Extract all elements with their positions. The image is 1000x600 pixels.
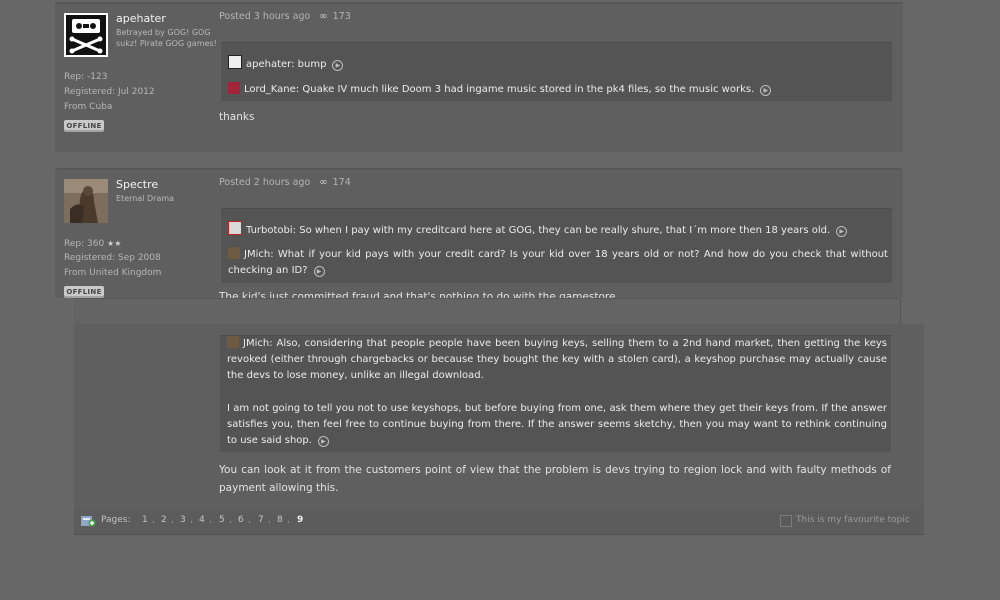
jump-to-quote-icon[interactable]: ▶ (317, 436, 329, 447)
user-location: From Cuba (64, 102, 113, 112)
user-title: Betrayed by GOG! GOG sukz! Pirate GOG ga… (116, 28, 217, 48)
page-separator: , (229, 515, 232, 525)
quote-text: So when I pay with my creditcard here at… (299, 225, 831, 236)
page-link-2[interactable]: 2 (161, 515, 167, 525)
quote-box: JMich: Also, considering that people peo… (220, 335, 891, 452)
page-separator: , (248, 515, 251, 525)
posted-time: Posted 3 hours ago (219, 11, 311, 22)
quote-author[interactable]: apehater (246, 59, 291, 70)
rep-stars: ★★ (107, 239, 122, 248)
user-location: From United Kingdom (64, 268, 162, 278)
post-body: You can look at it from the customers po… (219, 464, 891, 494)
quote-line: JMich: What if your kid pays with your c… (228, 247, 888, 277)
quote-line: Lord_Kane: Quake IV much like Doom 3 had… (228, 82, 888, 98)
user-title: Eternal Drama (116, 194, 175, 203)
avatar (228, 55, 242, 69)
page-separator: , (171, 515, 174, 525)
posted-time: Posted 2 hours ago (219, 177, 311, 188)
quote-author[interactable]: Turbotobi (246, 225, 293, 236)
post-meta: Posted 2 hours ago ∞ 174 (219, 177, 351, 188)
glasses-icon: ∞ (319, 177, 328, 188)
page-link-5[interactable]: 5 (219, 515, 225, 525)
jump-to-quote-icon[interactable]: ▶ (332, 60, 344, 71)
avatar (228, 247, 240, 259)
pages-label: Pages: (101, 515, 131, 525)
page-link-6[interactable]: 6 (238, 515, 244, 525)
jump-to-quote-icon[interactable]: ▶ (836, 226, 848, 237)
quote-line: apehater: bump ▶ (228, 55, 888, 73)
user-registered: Registered: Sep 2008 (64, 253, 161, 263)
avatar (228, 221, 242, 235)
pagination-bar: Pages: 1 , 2 , 3 , 4 , 5 , 6 , 7 , 8 , 9… (74, 510, 924, 535)
user-rep: Rep: -123 (64, 72, 108, 82)
post-number[interactable]: 173 (333, 11, 351, 22)
new-topic-icon[interactable] (81, 514, 96, 527)
favourite-checkbox[interactable] (780, 515, 792, 527)
statue-icon (64, 179, 108, 223)
jump-to-quote-icon[interactable]: ▶ (313, 266, 325, 277)
post-username[interactable]: apehater (116, 12, 166, 25)
post-username[interactable]: Spectre (116, 178, 158, 191)
page-link-current[interactable]: 9 (297, 515, 303, 525)
avatar[interactable] (64, 13, 108, 57)
page-link-3[interactable]: 3 (180, 515, 186, 525)
status-badge: OFFLINE (64, 120, 104, 132)
avatar (227, 336, 239, 348)
post-meta: Posted 3 hours ago ∞ 173 (219, 11, 351, 22)
page-separator: , (268, 515, 271, 525)
quote-text: Also, considering that people people hav… (227, 338, 887, 381)
page-link-8[interactable]: 8 (277, 515, 283, 525)
quote-paragraph: I am not going to tell you not to use ke… (227, 401, 887, 449)
skull-crossbones-icon (64, 13, 108, 57)
quote-text: Quake IV much like Doom 3 had ingame mus… (302, 84, 755, 95)
user-registered: Registered: Jul 2012 (64, 87, 155, 97)
post-number[interactable]: 174 (333, 177, 351, 188)
page-link-7[interactable]: 7 (258, 515, 264, 525)
quote-paragraph: JMich: Also, considering that people peo… (227, 336, 887, 381)
post-body: The kid's just committed fraud and that'… (219, 291, 616, 298)
glasses-icon: ∞ (319, 11, 328, 22)
page-link-4[interactable]: 4 (199, 515, 205, 525)
post-divider (55, 168, 903, 170)
page-separator: , (287, 515, 290, 525)
status-badge: OFFLINE (64, 286, 104, 298)
avatar[interactable] (64, 179, 108, 223)
user-rep-value: Rep: 360 (64, 239, 105, 249)
forum-post: apehater Betrayed by GOG! GOG sukz! Pira… (55, 2, 903, 152)
page-separator: , (190, 515, 193, 525)
quote-text: What if your kid pays with your credit c… (228, 249, 888, 276)
quote-box: Turbotobi: So when I pay with my creditc… (221, 208, 892, 283)
quote-author[interactable]: JMich (244, 249, 270, 260)
quote-author[interactable]: JMich (243, 338, 269, 349)
page-separator: , (209, 515, 212, 525)
page-link-1[interactable]: 1 (142, 515, 148, 525)
jump-to-quote-icon[interactable]: ▶ (760, 85, 772, 96)
quote-line: Turbotobi: So when I pay with my creditc… (228, 221, 888, 239)
avatar (228, 82, 240, 94)
quote-box: apehater: bump ▶ Lord_Kane: Quake IV much… (221, 42, 892, 101)
overlay-bar (74, 298, 901, 325)
quote-author[interactable]: Lord_Kane (244, 84, 296, 95)
quote-text: bump (297, 59, 327, 70)
favourite-label[interactable]: This is my favourite topic (796, 515, 910, 525)
user-rep: Rep: 360 ★★ (64, 236, 121, 252)
post-body: thanks (219, 111, 255, 123)
post-divider (55, 2, 903, 4)
page-separator: , (152, 515, 155, 525)
forum-post: Spectre Eternal Drama Rep: 360 ★★ Regist… (55, 168, 903, 298)
